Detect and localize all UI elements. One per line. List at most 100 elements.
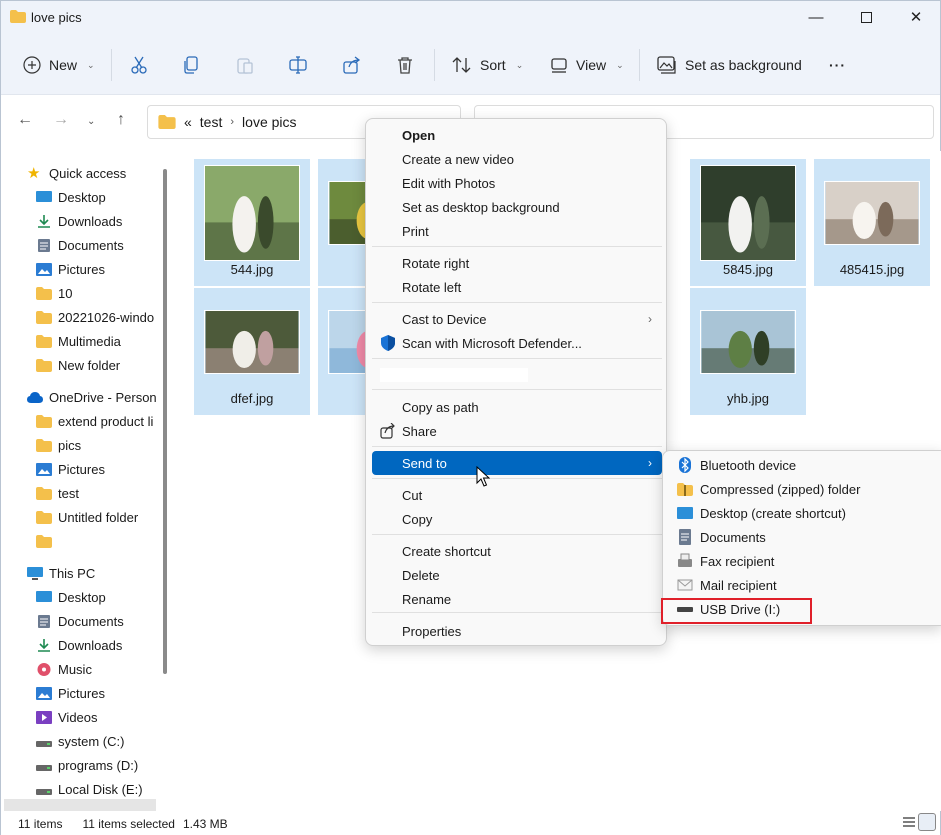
menu-item-share[interactable]: Share [372,419,662,443]
menu-item-rotate-left[interactable]: Rotate left [372,275,662,299]
menu-item-print[interactable]: Print [372,219,662,243]
menu-item-open[interactable]: Open [372,123,662,147]
plus-circle-icon [23,56,41,74]
sidebar-item[interactable]: Multimedia [36,330,171,352]
menu-item-copy-as-path[interactable]: Copy as path [372,395,662,419]
delete-button[interactable] [396,51,414,79]
maximize-button[interactable] [841,1,891,33]
sidebar-this-pc[interactable]: This PC [27,562,171,584]
menu-item-label: Copy [402,511,433,527]
sidebar-item-label: Music [58,661,92,677]
view-button[interactable]: View ⌄ [550,51,624,79]
sidebar-item[interactable]: test [36,482,171,504]
folder-icon [36,534,52,548]
menu-item-rename[interactable]: Rename [372,587,662,611]
menu-item-label: Cut [402,487,423,503]
menu-item-label: Create shortcut [402,543,491,559]
sidebar-item[interactable]: Music [36,658,171,680]
menu-item-delete[interactable]: Delete [372,563,662,587]
menu-item-cut[interactable]: Cut [372,483,662,507]
send-to-label: Desktop (create shortcut) [700,505,846,521]
photo-thumbnail [824,181,920,245]
rename-button[interactable] [289,51,307,79]
send-to-documents[interactable]: Documents [669,525,937,549]
desktop-icon [36,590,52,602]
sidebar-onedrive[interactable]: OneDrive - Person [27,386,171,408]
new-label: New [49,57,78,73]
sidebar-item[interactable]: Downloads📌 [36,210,171,232]
menu-item-set-as-desktop-background[interactable]: Set as desktop background [372,195,662,219]
sidebar-item[interactable]: pics [36,434,171,456]
send-to-bluetooth-device[interactable]: Bluetooth device [669,453,937,477]
menu-item-edit-with-photos[interactable]: Edit with Photos [372,171,662,195]
sidebar-item[interactable]: programs (D:) [36,754,171,776]
more-options-button[interactable]: ··· [829,51,846,79]
sidebar-item[interactable]: New folder [36,354,171,376]
recent-chevron-icon[interactable]: ⌄ [87,116,95,127]
command-bar: New ⌄ Sort ⌄ View ⌄ Set as background ··… [1,35,940,95]
sidebar-item-label: Local Disk (E:) [58,781,143,797]
sidebar-item[interactable]: Pictures [36,682,171,704]
file-tile[interactable]: yhb.jpg [690,288,806,415]
sidebar-scrollbar[interactable] [163,169,167,674]
up-arrow-icon[interactable]: ↑ [117,111,125,129]
sidebar-item[interactable]: Desktop📌 [36,186,171,208]
breadcrumb-love-pics[interactable]: love pics [242,114,296,130]
set-as-background-button[interactable]: Set as background [657,51,802,79]
breadcrumb-overflow[interactable]: « [184,114,192,130]
menu-item-send-to[interactable]: Send to › [372,451,662,475]
send-to-mail-recipient[interactable]: Mail recipient [669,573,937,597]
menu-item-label: Delete [402,567,440,583]
file-tile[interactable]: 485415.jpg [814,159,930,286]
navigation-pane: ★ Quick access Desktop📌Downloads📌Documen… [1,151,171,811]
desktop-icon [677,507,693,519]
back-arrow-icon[interactable]: ← [17,111,33,129]
sidebar-item[interactable]: Desktop [36,586,171,608]
sidebar-item[interactable]: Pictures📌 [36,258,171,280]
menu-item-rotate-right[interactable]: Rotate right [372,251,662,275]
sidebar-item[interactable]: 20221026-windo [36,306,171,328]
minimize-button[interactable]: — [791,1,841,33]
sidebar-item-label: 10 [58,285,73,301]
sidebar-item[interactable] [36,530,171,552]
menu-item-cast-to-device[interactable]: Cast to Device › [372,307,662,331]
send-to-compressed-zipped-folder[interactable]: Compressed (zipped) folder [669,477,937,501]
sidebar-item[interactable]: Untitled folder [36,506,171,528]
menu-item-properties[interactable]: Properties [372,619,662,643]
sidebar-item[interactable]: Local Disk (E:) [36,778,171,800]
file-tile[interactable]: 544.jpg [194,159,310,286]
close-button[interactable]: ✕ [891,1,941,33]
share-button[interactable] [343,51,361,79]
drive-icon [36,764,52,771]
new-button[interactable]: New ⌄ [23,51,95,79]
folder-icon [36,414,52,428]
sidebar-item[interactable]: extend product li [36,410,171,432]
menu-item-create-shortcut[interactable]: Create shortcut [372,539,662,563]
breadcrumb-test[interactable]: test [200,114,223,130]
sidebar-item[interactable]: system (C:) [36,730,171,752]
file-name: yhb.jpg [727,391,769,406]
paste-button[interactable] [236,51,254,79]
file-tile[interactable]: dfef.jpg [194,288,310,415]
menu-item-scan-with-microsoft-defender[interactable]: Scan with Microsoft Defender... [372,331,662,355]
sidebar-item[interactable]: Downloads [36,634,171,656]
send-to-desktop-create-shortcut[interactable]: Desktop (create shortcut) [669,501,937,525]
cut-button[interactable] [130,51,148,79]
sort-button[interactable]: Sort ⌄ [452,51,523,79]
sidebar-item[interactable]: Documents [36,610,171,632]
details-view-icon[interactable] [902,815,916,832]
forward-arrow-icon[interactable]: → [53,111,69,129]
sidebar-item[interactable]: Videos [36,706,171,728]
send-to-fax-recipient[interactable]: Fax recipient [669,549,937,573]
sidebar-item[interactable]: Documents📌 [36,234,171,256]
sidebar-item[interactable]: Pictures [36,458,171,480]
send-to-label: Bluetooth device [700,457,797,473]
file-tile[interactable]: 5845.jpg [690,159,806,286]
chevron-right-icon: › [648,312,652,326]
sidebar-quick-access[interactable]: ★ Quick access [27,162,171,184]
menu-item-copy[interactable]: Copy [372,507,662,531]
copy-button[interactable] [183,51,201,79]
sidebar-item[interactable]: 10 [36,282,171,304]
menu-item-create-a-new-video[interactable]: Create a new video [372,147,662,171]
large-icons-view-icon[interactable] [918,813,936,831]
